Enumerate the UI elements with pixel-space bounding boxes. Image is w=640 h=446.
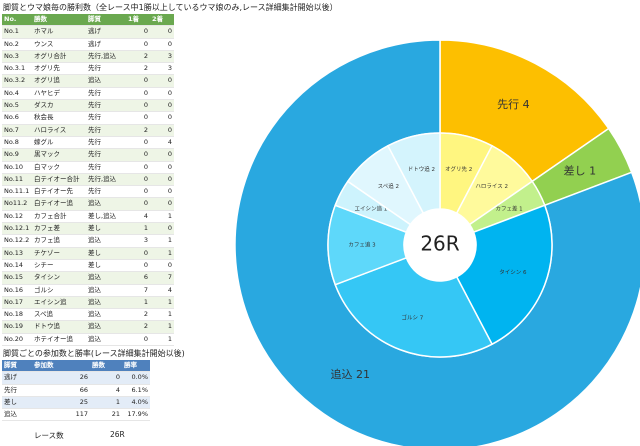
inner-label: ハロライス 2 (475, 183, 508, 190)
donut-center-label: 26R (420, 232, 459, 256)
outer-label: 追込 21 (330, 367, 370, 381)
inner-label: ゴルシ 7 (401, 313, 423, 321)
inner-label: スペ追 2 (378, 182, 399, 190)
donut-chart: 先行 4 差し 1 追込 21 オグリ先 2 ハロライス 2 カフェ差 1 タイシン 6 ゴル… (234, 39, 640, 446)
outer-label: 差し 1 (564, 164, 597, 178)
inner-label: カフェ差 1 (495, 204, 522, 212)
inner-label: タイシン 6 (499, 268, 527, 276)
inner-label: カフェ追 3 (348, 241, 376, 249)
inner-label: ドトウ追 2 (408, 165, 435, 173)
outer-label: 先行 4 (497, 98, 530, 111)
inner-label: オグリ先 2 (445, 165, 472, 173)
